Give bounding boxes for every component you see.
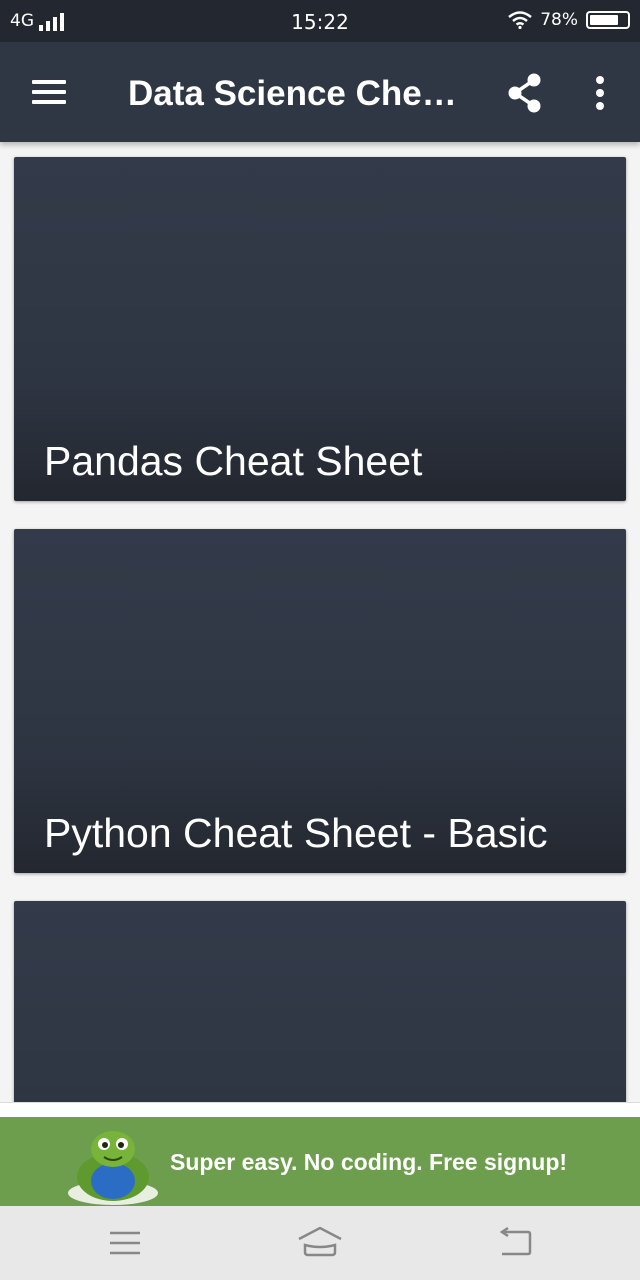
back-icon xyxy=(499,1226,532,1256)
ad-text: Super easy. No coding. Free signup! xyxy=(170,1149,568,1175)
recent-apps-button[interactable] xyxy=(94,1218,154,1268)
more-options-button[interactable] xyxy=(580,68,620,118)
app-bar: Data Science Cheat… xyxy=(0,42,640,142)
wifi-icon xyxy=(508,11,532,29)
frog-mascot-icon xyxy=(68,1131,158,1205)
battery-level xyxy=(590,15,619,25)
home-icon xyxy=(298,1226,342,1257)
more-vert-icon xyxy=(596,76,604,110)
status-right: 78% xyxy=(508,10,630,30)
battery-percent: 78% xyxy=(540,10,578,30)
share-button[interactable] xyxy=(500,68,550,118)
recent-apps-icon xyxy=(110,1231,140,1255)
menu-button[interactable] xyxy=(18,68,82,116)
ad-content[interactable]: Super easy. No coding. Free signup! xyxy=(0,1117,640,1207)
app-title: Data Science Cheat… xyxy=(128,74,468,113)
system-nav-bar xyxy=(0,1206,640,1280)
home-button[interactable] xyxy=(290,1218,350,1268)
battery-icon xyxy=(586,11,630,29)
card-title: Python Cheat Sheet - Basic xyxy=(44,810,548,856)
ad-banner: Super easy. No coding. Free signup! xyxy=(0,1102,640,1207)
card-python-basic[interactable]: Python Cheat Sheet - Basic xyxy=(14,529,626,873)
status-bar: 4G 15:22 78% xyxy=(0,0,640,42)
back-button[interactable] xyxy=(486,1218,546,1268)
card-pandas[interactable]: Pandas Cheat Sheet xyxy=(14,157,626,501)
share-icon xyxy=(508,73,541,113)
card-title: Pandas Cheat Sheet xyxy=(44,438,423,484)
